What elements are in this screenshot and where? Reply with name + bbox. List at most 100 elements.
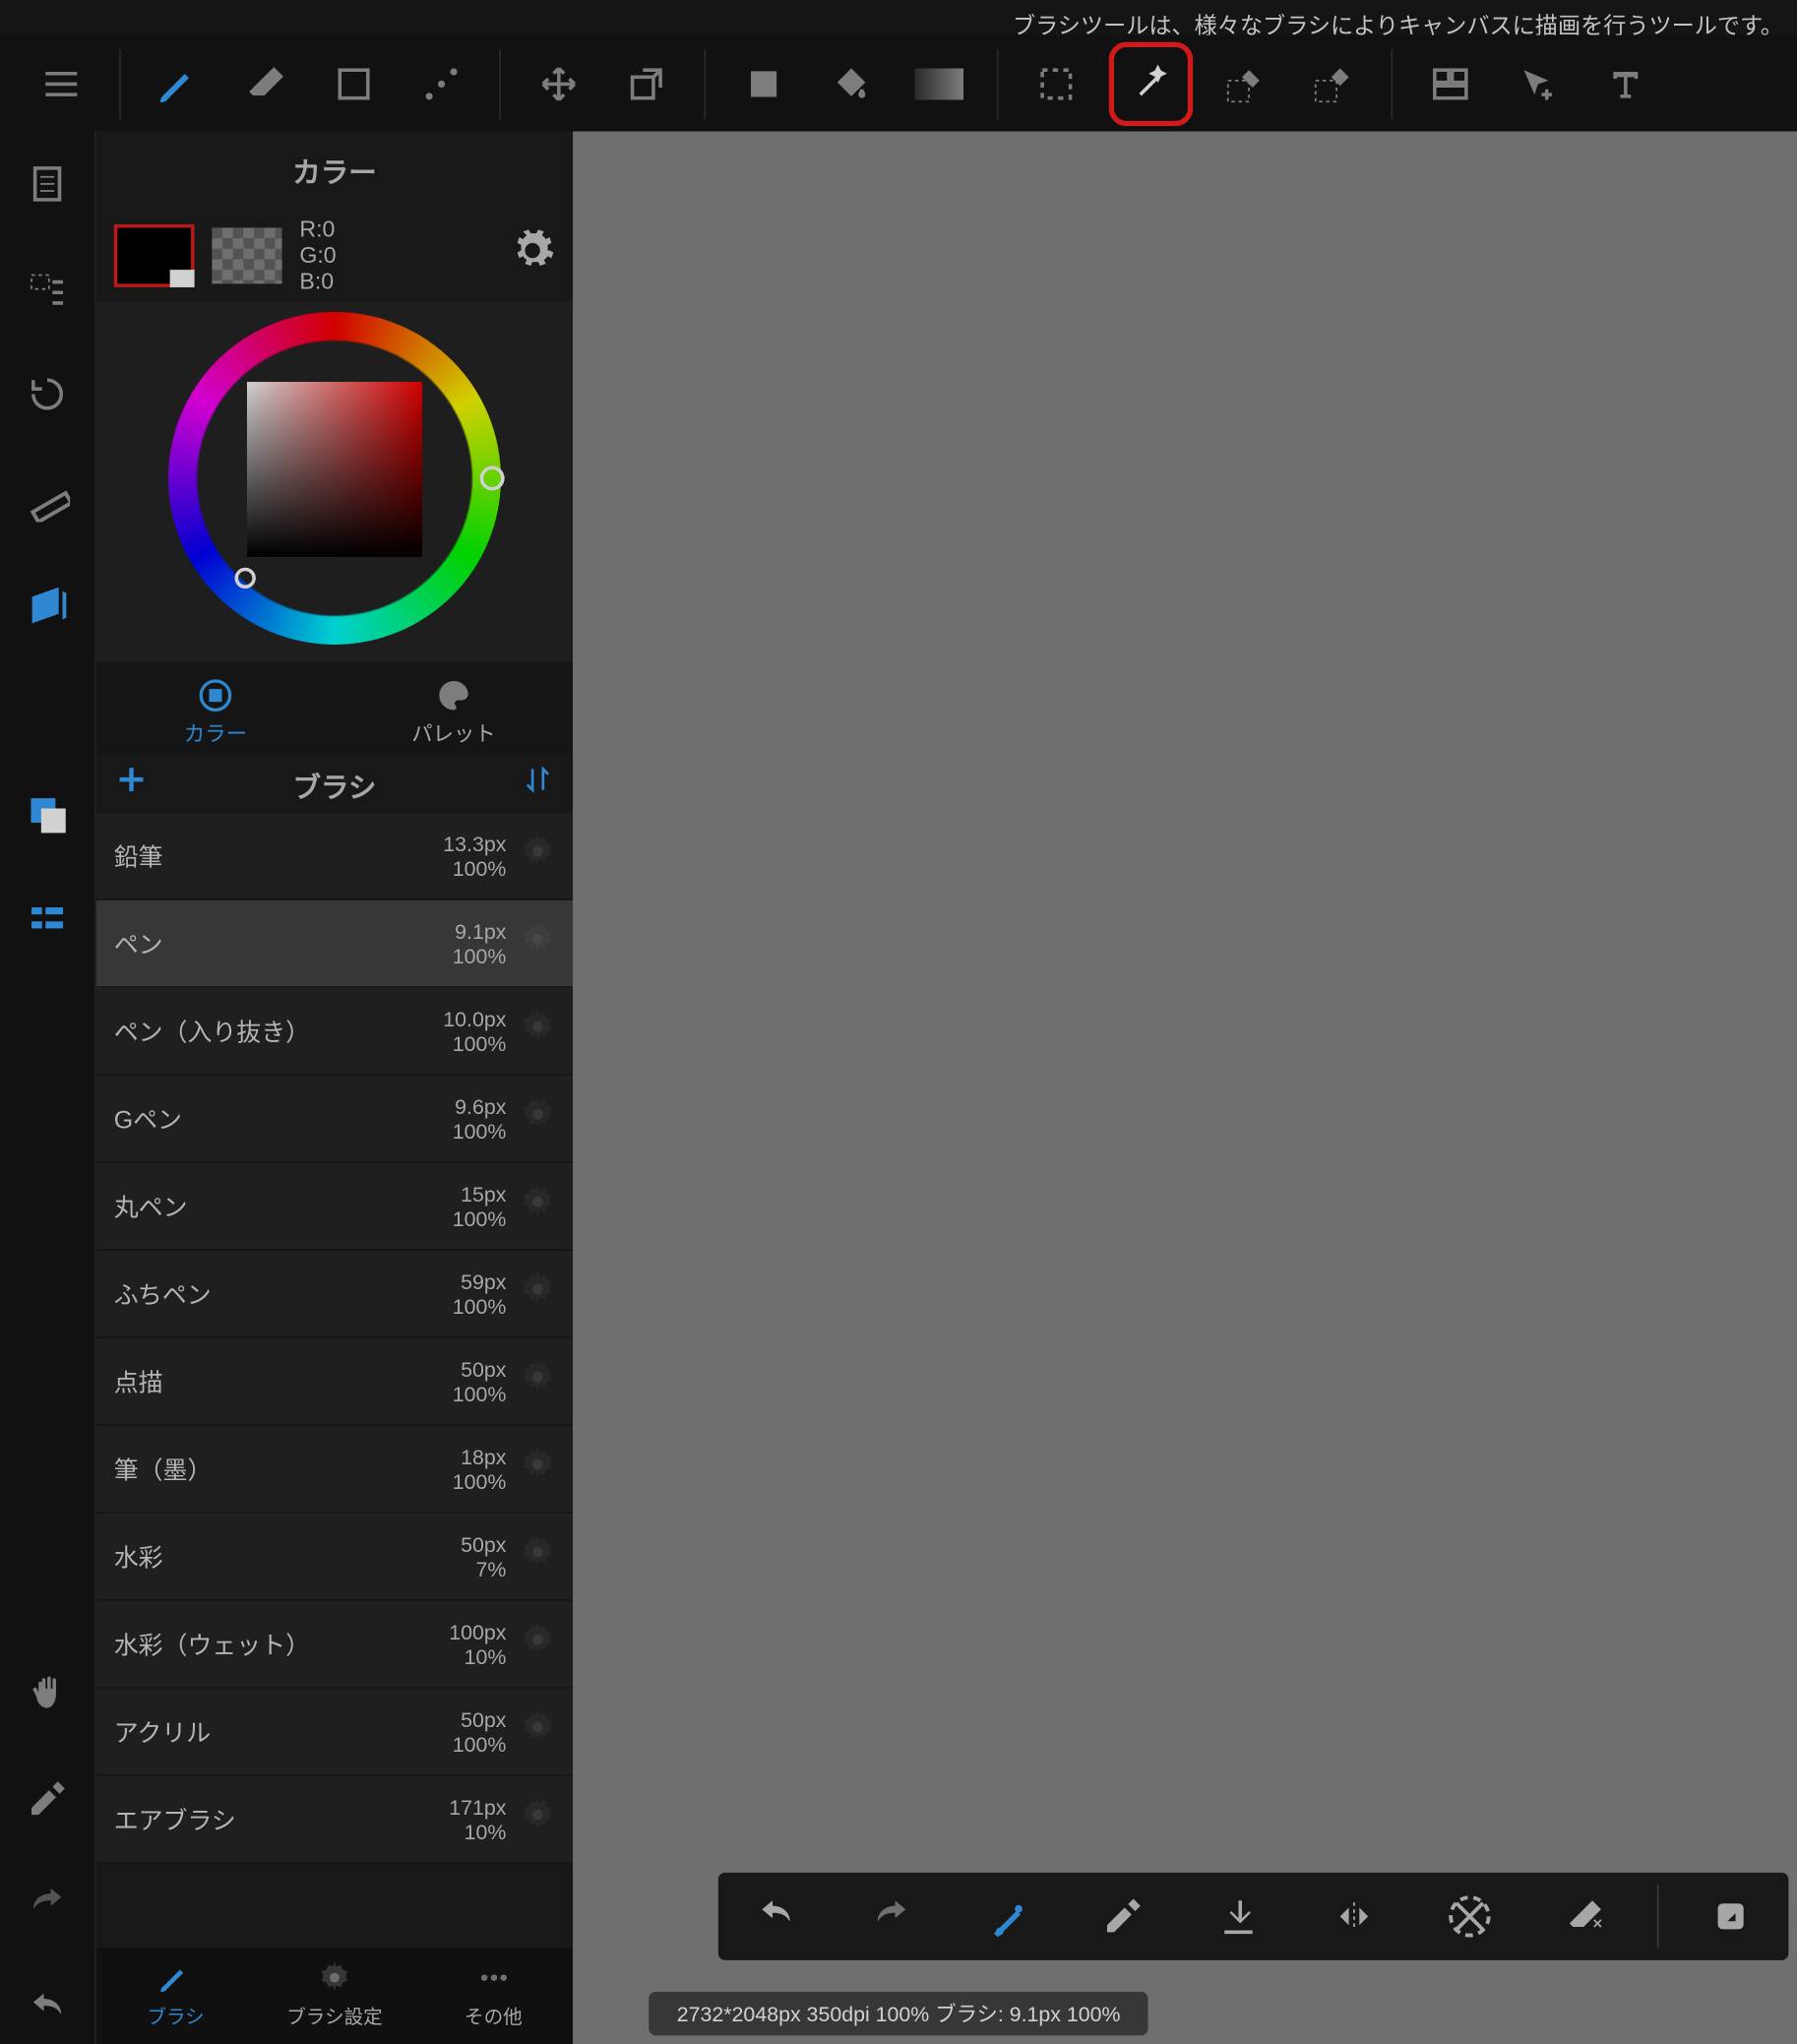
select-rect-icon[interactable] <box>1022 48 1091 118</box>
brush-name: アクリル <box>114 1714 211 1750</box>
brush-item[interactable]: ペン（入り抜き）10.0px100% <box>96 988 573 1076</box>
gradient-tool-icon[interactable] <box>903 48 973 118</box>
ruler-icon[interactable] <box>12 465 82 534</box>
palette-tab[interactable]: パレット <box>335 662 573 755</box>
brush-item[interactable]: アクリル 50px100% <box>96 1689 573 1776</box>
toolbar-more-icon[interactable]: ⋮ <box>1783 1873 1797 1960</box>
cursor-plus-icon[interactable] <box>1503 48 1573 118</box>
brush-name: エアブラシ <box>114 1802 236 1837</box>
brush-name: 水彩（ウェット） <box>114 1627 310 1662</box>
brush-float-icon[interactable] <box>972 1882 1042 1951</box>
brush-stats: 50px7% <box>461 1532 517 1581</box>
reference-icon[interactable] <box>12 570 82 640</box>
select-list-icon[interactable] <box>12 254 82 324</box>
brush-panel-header: ブラシ <box>96 755 573 813</box>
page-icon[interactable] <box>12 149 82 218</box>
flip-float-icon[interactable] <box>1319 1882 1389 1951</box>
brush-name: ふちペン <box>114 1276 212 1312</box>
background-swatch[interactable] <box>212 227 281 283</box>
sort-brush-icon[interactable] <box>503 764 573 804</box>
brush-name: ペン <box>114 926 163 961</box>
brush-stats: 9.1px100% <box>453 919 517 968</box>
brush-gear-icon[interactable] <box>517 1181 559 1232</box>
brush-gear-icon[interactable] <box>517 1006 559 1057</box>
brush-stats: 100px10% <box>449 1620 517 1669</box>
text-tool-icon[interactable] <box>1590 48 1660 118</box>
brush-gear-icon[interactable] <box>517 1619 559 1670</box>
expand-float-icon[interactable] <box>1696 1882 1766 1951</box>
status-bar: 2732*2048px 350dpi 100% ブラシ: 9.1px 100% <box>649 1992 1148 2035</box>
select-pen-icon[interactable] <box>1210 48 1280 118</box>
move-tool-icon[interactable] <box>524 48 593 118</box>
brush-item[interactable]: 水彩（ウェット） 100px10% <box>96 1601 573 1689</box>
brush-stats: 18px100% <box>453 1445 517 1494</box>
frame-divide-icon[interactable] <box>1415 48 1485 118</box>
brush-item[interactable]: エアブラシ171px10% <box>96 1776 573 1864</box>
brush-stats: 13.3px100% <box>443 832 517 881</box>
layers-icon[interactable] <box>12 779 82 849</box>
brush-item[interactable]: 水彩50px7% <box>96 1514 573 1601</box>
brush-item[interactable]: 丸ペン 15px100% <box>96 1163 573 1251</box>
brush-stats: 10.0px100% <box>443 1007 517 1056</box>
brush-gear-icon[interactable] <box>517 1444 559 1495</box>
panel-bottom-tabs: ブラシ ブラシ設定 その他 <box>96 1948 573 2044</box>
color-tab[interactable]: カラー <box>96 662 335 755</box>
magic-wand-icon[interactable] <box>1109 41 1193 125</box>
brush-item[interactable]: 筆（墨） 18px100% <box>96 1426 573 1514</box>
tab-other[interactable]: その他 <box>414 1948 573 2044</box>
brush-item[interactable]: Gペン9.6px100% <box>96 1076 573 1163</box>
tab-brush-settings[interactable]: ブラシ設定 <box>255 1948 413 2044</box>
brush-item[interactable]: ふちペン 59px100% <box>96 1251 573 1338</box>
bucket-tool-icon[interactable] <box>816 48 886 118</box>
brush-name: 鉛筆 <box>114 838 163 874</box>
list-toggle-icon[interactable] <box>12 885 82 955</box>
color-settings-icon[interactable] <box>510 227 555 281</box>
floating-toolbar <box>718 1873 1789 1960</box>
brush-gear-icon[interactable] <box>517 1706 559 1758</box>
redo-icon[interactable] <box>12 1869 82 1939</box>
eyedropper-tool-icon[interactable] <box>12 1764 82 1833</box>
brush-item[interactable]: 鉛筆 13.3px100% <box>96 813 573 900</box>
canvas[interactable] <box>573 132 1797 2044</box>
clear-float-icon[interactable] <box>1550 1882 1620 1951</box>
select-erase-icon[interactable] <box>1298 48 1368 118</box>
brush-stats: 50px100% <box>453 1707 517 1757</box>
brush-tool-icon[interactable] <box>144 48 214 118</box>
eyedropper-float-icon[interactable] <box>1087 1882 1157 1951</box>
undo-icon[interactable] <box>12 1974 82 2044</box>
redo-float-icon[interactable] <box>856 1882 926 1951</box>
eraser-tool-icon[interactable] <box>231 48 301 118</box>
brush-gear-icon[interactable] <box>517 1356 559 1407</box>
brush-stats: 15px100% <box>453 1182 517 1231</box>
shape-tool-icon[interactable] <box>319 48 389 118</box>
brush-name: 点描 <box>114 1364 163 1399</box>
foreground-swatch[interactable] <box>114 223 195 286</box>
undo-float-icon[interactable] <box>741 1882 811 1951</box>
add-brush-icon[interactable] <box>96 762 166 806</box>
left-rail <box>0 132 96 2044</box>
color-wheel[interactable] <box>96 301 573 662</box>
brush-name: 丸ペン <box>114 1189 188 1224</box>
brush-gear-icon[interactable] <box>517 1269 559 1320</box>
fill-rect-icon[interactable] <box>728 48 798 118</box>
brush-stats: 59px100% <box>453 1270 517 1319</box>
brush-gear-icon[interactable] <box>517 1531 559 1582</box>
brush-gear-icon[interactable] <box>517 1794 559 1845</box>
color-panel-title: カラー <box>96 132 573 209</box>
transform-tool-icon[interactable] <box>611 48 681 118</box>
refresh-icon[interactable] <box>12 359 82 429</box>
side-panel: カラー R:0 G:0 B:0 カラー <box>96 132 573 2044</box>
menu-icon[interactable] <box>27 48 96 118</box>
rotate-float-icon[interactable] <box>1435 1882 1505 1951</box>
brush-gear-icon[interactable] <box>517 831 559 882</box>
brush-name: 筆（墨） <box>114 1452 213 1487</box>
tab-brush[interactable]: ブラシ <box>96 1948 255 2044</box>
save-float-icon[interactable] <box>1204 1882 1273 1951</box>
brush-item[interactable]: 点描50px100% <box>96 1338 573 1426</box>
brush-gear-icon[interactable] <box>517 1093 559 1145</box>
brush-item[interactable]: ペン 9.1px100% <box>96 900 573 988</box>
brush-panel-title: ブラシ <box>166 763 503 805</box>
dots-tool-icon[interactable] <box>406 48 476 118</box>
hand-tool-icon[interactable] <box>12 1659 82 1729</box>
brush-gear-icon[interactable] <box>517 918 559 969</box>
